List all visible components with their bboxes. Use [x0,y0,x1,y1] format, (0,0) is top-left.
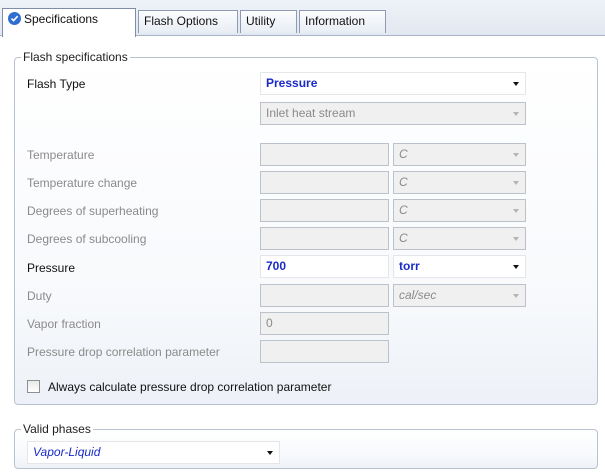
flash-type-second-value: Inlet heat stream [266,106,356,120]
tab-flash-options[interactable]: Flash Options [138,10,238,33]
subcooling-unit-dropdown[interactable]: C [393,227,526,250]
pressure-label: Pressure [27,261,76,275]
chevron-down-icon [513,237,519,241]
chevron-down-icon [513,209,519,213]
valid-phases-dropdown[interactable]: Vapor-Liquid [27,441,280,464]
temperature-unit-dropdown[interactable]: C [393,143,526,166]
always-calculate-label: Always calculate pressure drop correlati… [48,380,332,394]
valid-phases-value: Vapor-Liquid [33,445,101,459]
superheating-unit: C [399,203,408,217]
superheating-label: Degrees of superheating [27,204,159,218]
chevron-down-icon [267,451,273,455]
pressure-value: 700 [266,259,287,273]
flash-type-dropdown[interactable]: Pressure [260,72,526,95]
group-title: Flash specifications [21,50,130,64]
temperature-label: Temperature [27,148,95,162]
chevron-down-icon [513,294,519,298]
always-calculate-checkbox[interactable] [27,380,40,393]
duty-unit-dropdown[interactable]: cal/sec [393,284,526,307]
temperature-change-unit: C [399,175,408,189]
tab-label: Specifications [24,12,99,26]
temperature-change-input[interactable] [260,171,389,194]
superheating-unit-dropdown[interactable]: C [393,199,526,222]
tab-label: Information [305,14,366,28]
pressure-drop-param-label: Pressure drop correlation parameter [27,345,220,359]
flash-type-value: Pressure [266,76,318,90]
chevron-down-icon [513,82,519,86]
temperature-change-label: Temperature change [27,176,138,190]
duty-label: Duty [27,289,52,303]
temperature-change-unit-dropdown[interactable]: C [393,171,526,194]
tab-specifications[interactable]: Specifications [2,8,136,37]
tab-strip: Specifications Flash Options Utility Inf… [0,0,605,37]
chevron-down-icon [513,112,519,116]
tab-information[interactable]: Information [299,10,386,33]
duty-unit: cal/sec [399,288,437,302]
superheating-input[interactable] [260,199,389,222]
flash-type-second-dropdown[interactable]: Inlet heat stream [260,102,526,125]
tab-utility[interactable]: Utility [240,10,297,33]
temperature-unit: C [399,147,408,161]
subcooling-input[interactable] [260,227,389,250]
chevron-down-icon [513,181,519,185]
subcooling-label: Degrees of subcooling [27,232,147,246]
temperature-input[interactable] [260,143,389,166]
vapor-fraction-input[interactable]: 0 [260,312,389,335]
specifications-panel: Flash specifications Flash Type Pressure… [0,36,605,472]
pressure-unit: torr [399,259,420,273]
check-circle-icon [8,12,21,25]
pressure-input[interactable]: 700 [260,255,389,278]
tab-label: Flash Options [144,14,219,28]
pressure-drop-param-input[interactable] [260,340,389,363]
vapor-fraction-value: 0 [266,316,273,330]
chevron-down-icon [513,153,519,157]
tab-label: Utility [246,14,276,28]
chevron-down-icon [513,265,519,269]
duty-input[interactable] [260,284,389,307]
pressure-unit-dropdown[interactable]: torr [393,255,526,278]
subcooling-unit: C [399,231,408,245]
vapor-fraction-label: Vapor fraction [27,317,101,331]
group-title: Valid phases [21,422,93,436]
flash-type-label: Flash Type [27,77,86,91]
